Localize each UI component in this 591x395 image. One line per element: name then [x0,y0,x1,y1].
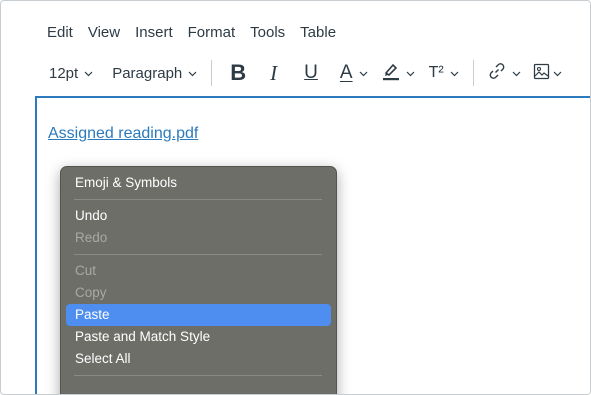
menu-separator [74,254,322,255]
bold-button[interactable]: B [230,59,246,87]
menu-insert[interactable]: Insert [135,24,173,44]
text-color-label: A [339,62,353,83]
menu-format[interactable]: Format [188,24,236,44]
menu-item-paste-match-style[interactable]: Paste and Match Style [66,326,331,348]
formatting-toolbar: 12pt Paragraph B I U A T² [49,59,562,87]
block-format-dropdown[interactable]: Paragraph [112,59,197,87]
menu-separator [74,375,322,376]
underline-button[interactable]: U [304,59,318,87]
file-link[interactable]: Assigned reading.pdf [48,125,198,143]
toolbar-divider [211,60,213,86]
chevron-down-icon [450,69,459,78]
link-button[interactable] [488,59,521,87]
menu-table[interactable]: Table [300,24,336,44]
link-icon [488,62,506,84]
highlight-color-button[interactable] [382,59,415,87]
superscript-button[interactable]: T² [429,59,459,87]
image-icon [533,63,550,84]
superscript-label: T² [428,64,444,81]
editor-window: Edit View Insert Format Tools Table 12pt… [0,0,591,395]
highlighter-icon [382,61,400,85]
chevron-down-icon [406,69,415,78]
italic-button[interactable]: I [270,59,277,87]
chevron-down-icon [512,69,521,78]
menu-item-cut: Cut [75,263,97,278]
menu-tools[interactable]: Tools [250,24,285,44]
image-button[interactable] [533,59,562,87]
chevron-down-icon [359,69,368,78]
menu-item-copy: Copy [75,285,107,300]
menu-view[interactable]: View [88,24,120,44]
text-color-button[interactable]: A [340,59,368,87]
menu-edit[interactable]: Edit [47,24,73,44]
menu-item-emoji-symbols[interactable]: Emoji & Symbols [66,172,331,194]
block-format-value: Paragraph [112,64,183,82]
chevron-down-icon [553,69,562,78]
menu-item-select-all[interactable]: Select All [66,348,331,370]
menu-item-undo[interactable]: Undo [66,205,331,227]
context-menu: Emoji & Symbols Undo Redo Cut Copy Paste… [60,166,337,394]
chevron-down-icon [188,69,197,78]
menu-item-paste[interactable]: Paste [66,304,331,326]
toolbar-divider [472,60,474,86]
chevron-down-icon [84,69,93,78]
font-size-value: 12pt [49,64,79,82]
menu-separator [74,199,322,200]
menu-item-redo: Redo [75,230,108,245]
menubar: Edit View Insert Format Tools Table [47,24,351,44]
font-size-dropdown[interactable]: 12pt [49,59,93,87]
